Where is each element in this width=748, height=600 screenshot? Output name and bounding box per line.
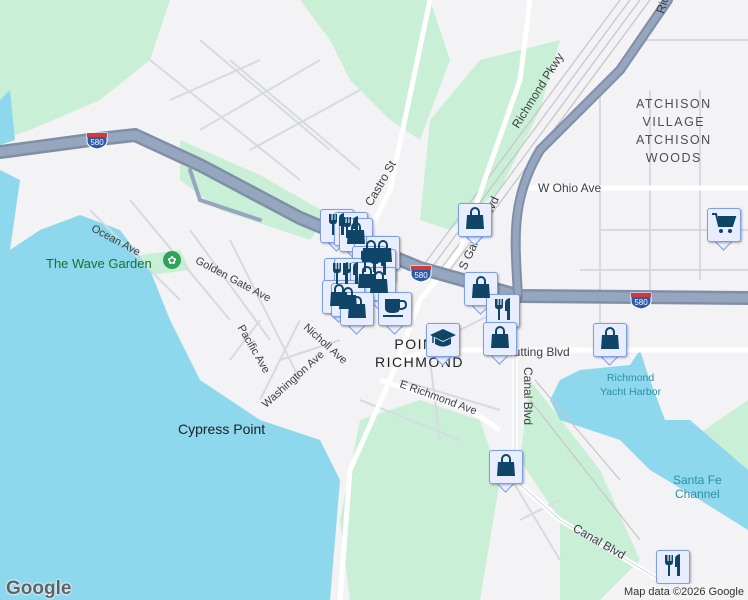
school-icon: [429, 327, 457, 354]
svg-text:580: 580: [90, 138, 104, 147]
shopping-icon: [464, 206, 486, 235]
interstate-580-shield: 580: [86, 130, 108, 150]
label-santa-fe-channel: Santa Fe Channel: [673, 473, 722, 501]
google-logo[interactable]: Google: [6, 578, 71, 600]
label-atchison-village: ATCHISON VILLAGE: [636, 97, 712, 129]
shopping-marker[interactable]: [340, 292, 374, 335]
restaurant-icon: [662, 553, 684, 582]
svg-text:✿: ✿: [167, 255, 176, 267]
shopping-marker[interactable]: [593, 323, 627, 366]
shopping-icon: [489, 325, 511, 354]
grocery-icon: [711, 212, 737, 239]
label-w-ohio-ave: W Ohio Ave: [538, 181, 602, 195]
interstate-580-shield: 580: [630, 290, 652, 310]
label-atchison-woods: ATCHISON WOODS: [636, 133, 712, 165]
shopping-icon: [599, 326, 621, 355]
coffee-icon: [382, 296, 408, 323]
interstate-580-shield: 580: [410, 263, 432, 283]
school-marker[interactable]: [426, 323, 460, 366]
shopping-marker[interactable]: [489, 450, 523, 493]
label-yacht-harbor: Richmond Yacht Harbor: [600, 372, 662, 398]
shopping-marker[interactable]: [483, 322, 517, 365]
svg-text:580: 580: [414, 271, 428, 280]
label-wave-garden[interactable]: The Wave Garden: [46, 256, 152, 271]
svg-text:580: 580: [634, 298, 648, 307]
shopping-marker[interactable]: [458, 203, 492, 246]
label-cypress-point: Cypress Point: [178, 421, 266, 437]
label-canal-blvd: Canal Blvd: [521, 367, 535, 426]
coffee-marker[interactable]: [378, 292, 412, 335]
map-attribution[interactable]: Map data ©2026 Google: [619, 584, 748, 600]
shopping-icon: [346, 295, 368, 324]
grocery-marker[interactable]: [707, 208, 741, 251]
shopping-icon: [495, 453, 517, 482]
